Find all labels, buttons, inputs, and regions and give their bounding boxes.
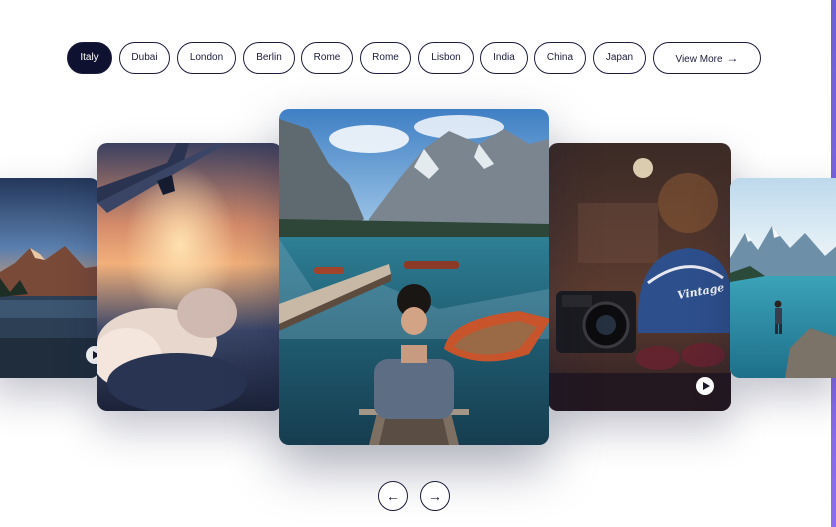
filter-pill-japan[interactable]: Japan [593,42,646,74]
gallery-card-5[interactable] [730,178,836,378]
view-more-label: View More [675,54,723,65]
card-1-image [0,178,100,378]
filter-pill-rome-2[interactable]: Rome [360,42,411,74]
filter-pill-rome[interactable]: Rome [301,42,353,74]
gallery-card-4[interactable]: Vintage [548,143,731,411]
view-more-button[interactable]: View More → [653,42,761,74]
next-slide-button[interactable]: → [420,481,450,511]
filter-pill-italy[interactable]: Italy [67,42,112,74]
filter-pill-berlin[interactable]: Berlin [243,42,295,74]
arrow-right-icon: → [428,488,442,504]
play-icon[interactable] [696,377,714,395]
card-4-image [548,143,731,411]
gallery-card-2[interactable] [97,143,282,411]
gallery-card-1[interactable] [0,178,100,378]
filter-pill-london[interactable]: London [177,42,236,74]
card-2-image [97,143,282,411]
gallery-card-3-featured[interactable] [279,109,549,445]
prev-slide-button[interactable]: ← [378,481,408,511]
filter-pill-lisbon[interactable]: Lisbon [418,42,474,74]
filter-pill-china[interactable]: China [534,42,586,74]
filter-pill-india[interactable]: India [480,42,528,74]
card-3-image [279,109,549,445]
arrow-right-icon: → [726,51,739,65]
card-5-image [730,178,836,378]
filter-pill-dubai[interactable]: Dubai [119,42,170,74]
arrow-left-icon: ← [386,488,400,504]
